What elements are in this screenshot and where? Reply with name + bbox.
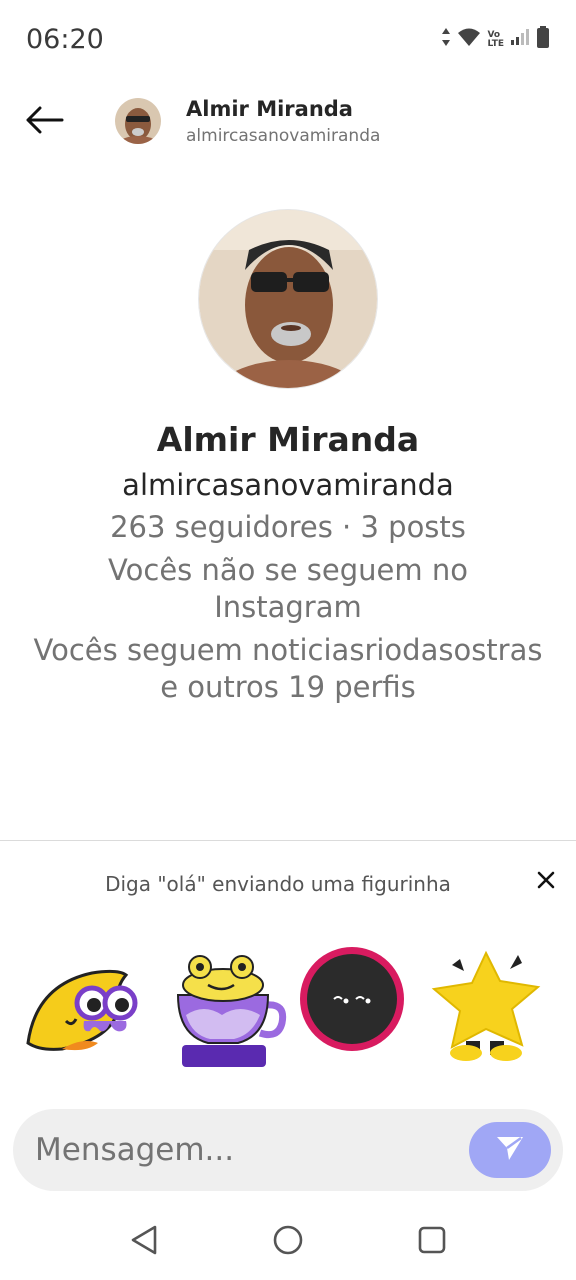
status-time: 06:20 [26, 24, 104, 55]
sticker-prompt: Diga "olá" enviando uma figurinha [105, 872, 451, 896]
volte-icon: Vo LTE [487, 30, 504, 49]
profile-avatar[interactable] [198, 209, 378, 389]
chat-header: Almir Miranda almircasanovamiranda [0, 88, 576, 156]
send-icon [495, 1134, 525, 1167]
nav-home-button[interactable] [268, 1222, 308, 1262]
nav-back-button[interactable] [124, 1222, 164, 1262]
message-input[interactable] [35, 1109, 455, 1191]
back-triangle-icon [129, 1224, 159, 1261]
status-icons: Vo LTE [441, 26, 550, 53]
message-composer [13, 1109, 563, 1191]
home-circle-icon [272, 1224, 304, 1261]
profile-username: almircasanovamiranda [122, 468, 454, 502]
divider [0, 840, 576, 841]
recents-square-icon [417, 1225, 447, 1260]
close-icon [537, 871, 555, 894]
header-name[interactable]: Almir Miranda [186, 97, 353, 121]
header-username[interactable]: almircasanovamiranda [186, 126, 380, 146]
battery-icon [536, 26, 550, 53]
dark-blob-sticker[interactable] [298, 945, 422, 1069]
leaf-eyes-sticker[interactable] [22, 945, 146, 1069]
arrow-left-icon [24, 105, 64, 140]
send-button[interactable] [469, 1122, 551, 1178]
volte-label-bottom: LTE [487, 38, 504, 49]
frog-cup-sticker[interactable] [168, 945, 292, 1069]
header-avatar[interactable] [115, 98, 161, 144]
status-bar: 06:20 Vo LTE [0, 0, 576, 80]
follow-status: Vocês não se seguem no Instagram [108, 553, 468, 624]
back-button[interactable] [22, 102, 66, 142]
yellow-star-sticker[interactable] [430, 945, 554, 1069]
wifi-icon [457, 27, 481, 52]
profile-name: Almir Miranda [156, 420, 420, 459]
sticker-row [0, 945, 576, 1075]
signal-icon [510, 28, 530, 51]
mutual-followers: Vocês seguem noticiasriodasostras e outr… [33, 633, 543, 704]
system-nav-bar [0, 1210, 576, 1280]
data-arrows-icon [441, 27, 451, 52]
nav-recents-button[interactable] [412, 1222, 452, 1262]
sticker-close-button[interactable] [530, 866, 562, 898]
profile-stats: 263 seguidores · 3 posts [110, 510, 466, 544]
